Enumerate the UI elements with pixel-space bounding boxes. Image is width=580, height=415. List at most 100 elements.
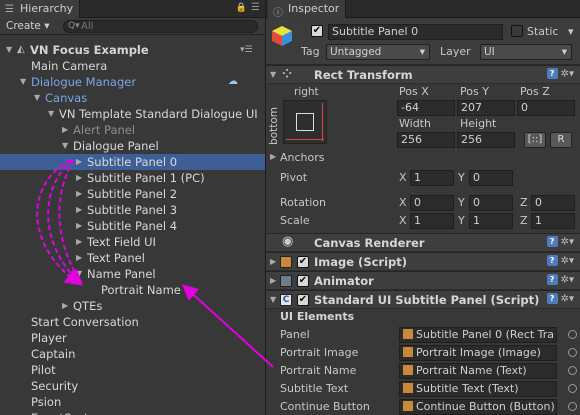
hierarchy-row[interactable]: ▶ QTEs (0, 298, 265, 314)
hierarchy-row[interactable]: ▶ Alert Panel (0, 122, 265, 138)
hierarchy-row[interactable]: Pilot (0, 362, 265, 378)
help-book-icon[interactable]: ? (546, 255, 558, 266)
rotation-z-field[interactable]: 0 (531, 195, 575, 211)
animator-enabled-checkbox[interactable]: ✔ (297, 275, 309, 287)
object-name-field[interactable]: Subtitle Panel 0 (328, 24, 503, 40)
pos-y-field[interactable]: 207 (457, 100, 515, 116)
scale-z-field[interactable]: 1 (531, 213, 575, 229)
search-input[interactable]: Q▾ All (63, 20, 258, 33)
object-reference-field[interactable]: Subtitle Text (Text) (399, 381, 557, 397)
hierarchy-row[interactable]: Captain (0, 346, 265, 362)
gear-icon[interactable]: ✲▾ (561, 294, 574, 305)
hierarchy-row[interactable]: ▼ Canvas (0, 90, 265, 106)
hierarchy-row[interactable]: ▼ Dialogue Manager ☁ (0, 74, 265, 90)
static-checkbox[interactable] (511, 25, 523, 37)
chevron-right-icon[interactable]: ▶ (76, 170, 82, 186)
tab-menu-icon[interactable]: ☰ (251, 2, 260, 13)
anchors-foldout[interactable]: Anchors (280, 151, 325, 164)
hierarchy-row[interactable]: Psion (0, 394, 265, 410)
hierarchy-row[interactable]: ▶ Subtitle Panel 1 (PC) (0, 170, 265, 186)
anchor-preset-button[interactable] (283, 100, 327, 144)
object-reference-field[interactable]: Portrait Name (Text) (399, 363, 557, 379)
rotation-y-field[interactable]: 0 (469, 195, 513, 211)
image-script-header[interactable]: ▶ ✔ Image (Script) ? ✲▾ (266, 252, 580, 271)
hierarchy-row[interactable]: Portrait Name (0, 282, 265, 298)
help-book-icon[interactable]: ? (546, 236, 558, 247)
pivot-x-field[interactable]: 1 (410, 170, 454, 186)
active-checkbox[interactable]: ✔ (311, 25, 323, 37)
chevron-right-icon[interactable]: ▶ (62, 122, 68, 138)
chevron-down-icon[interactable]: ▼ (62, 138, 68, 154)
layer-dropdown[interactable]: UI ▾ (480, 44, 572, 60)
chevron-down-icon[interactable]: ▼ (48, 106, 54, 122)
object-picker-icon[interactable] (568, 384, 577, 393)
blueprint-mode-button[interactable]: [::] (524, 132, 546, 148)
hierarchy-row[interactable]: ▼ VN Template Standard Dialogue UI (0, 106, 265, 122)
chevron-right-icon[interactable]: ▶ (76, 218, 82, 234)
rect-transform-header[interactable]: ▼ ⁘ Rect Transform ? ✲▾ (266, 65, 580, 84)
hierarchy-row[interactable]: ▶ Subtitle Panel 0 (0, 154, 265, 170)
help-book-icon[interactable]: ? (546, 68, 558, 79)
hierarchy-row[interactable]: ▼ Name Panel (0, 266, 265, 282)
chevron-right-icon[interactable]: ▶ (76, 234, 82, 250)
object-picker-icon[interactable] (568, 330, 577, 339)
raw-edit-button[interactable]: R (550, 132, 572, 148)
scale-y-field[interactable]: 1 (469, 213, 513, 229)
hierarchy-row[interactable]: ▶ Subtitle Panel 2 (0, 186, 265, 202)
object-reference-field[interactable]: Subtitle Panel 0 (Rect Tra (399, 327, 557, 343)
hierarchy-row[interactable]: ▼ Dialogue Panel (0, 138, 265, 154)
hierarchy-row[interactable]: ▶ Text Field UI (0, 234, 265, 250)
subtitle-script-enabled-checkbox[interactable]: ✔ (297, 294, 309, 306)
hierarchy-tab-bar: ☰ Hierarchy 🔒 ☰ (0, 0, 265, 18)
chevron-right-icon[interactable]: ▶ (76, 186, 82, 202)
chevron-right-icon[interactable]: ▶ (76, 202, 82, 218)
chevron-down-icon[interactable]: ▼ (20, 74, 26, 90)
chevron-right-icon[interactable]: ▶ (270, 152, 276, 161)
chevron-down-icon[interactable]: ▼ (76, 266, 82, 282)
rotation-x-field[interactable]: 0 (410, 195, 454, 211)
scene-menu-icon[interactable]: ▾☰ (240, 42, 253, 58)
hierarchy-row[interactable]: Main Camera (0, 58, 265, 74)
scale-x-field[interactable]: 1 (410, 213, 454, 229)
object-reference-field[interactable]: Continue Button (Button) (399, 399, 557, 415)
chevron-down-icon[interactable]: ▼ (6, 42, 12, 58)
width-field[interactable]: 256 (397, 132, 455, 148)
pivot-y-field[interactable]: 0 (469, 170, 513, 186)
hierarchy-row[interactable]: ▶ Subtitle Panel 3 (0, 202, 265, 218)
chevron-down-icon[interactable]: ▼ (34, 90, 40, 106)
pos-z-field[interactable]: 0 (517, 100, 575, 116)
subtitle-panel-script-header[interactable]: ▼ C ✔ Standard UI Subtitle Panel (Script… (266, 290, 580, 309)
gear-icon[interactable]: ✲▾ (561, 237, 574, 248)
hierarchy-row[interactable]: ▶ Subtitle Panel 4 (0, 218, 265, 234)
component-header-icons: ? ✲▾ (546, 68, 574, 80)
hierarchy-row[interactable]: Security (0, 378, 265, 394)
hierarchy-row[interactable]: ▶ Text Panel (0, 250, 265, 266)
chevron-right-icon[interactable]: ▶ (76, 154, 82, 170)
animator-header[interactable]: ▶ ✔ Animator ? ✲▾ (266, 271, 580, 290)
chevron-right-icon[interactable]: ▶ (62, 298, 68, 314)
height-field[interactable]: 256 (457, 132, 515, 148)
gear-icon[interactable]: ✲▾ (561, 69, 574, 80)
hierarchy-tab[interactable]: ☰ Hierarchy (0, 0, 81, 18)
lock-icon[interactable]: 🔒 (236, 3, 247, 13)
chevron-right-icon[interactable]: ▶ (76, 250, 82, 266)
create-dropdown[interactable]: Create ▾ (6, 20, 50, 32)
tag-dropdown[interactable]: Untagged ▾ (326, 44, 430, 60)
gear-icon[interactable]: ✲▾ (561, 256, 574, 267)
static-dropdown-icon[interactable]: ▾ (568, 25, 574, 38)
object-picker-icon[interactable] (568, 402, 577, 411)
help-book-icon[interactable]: ? (546, 274, 558, 285)
image-enabled-checkbox[interactable]: ✔ (297, 256, 309, 268)
hierarchy-row[interactable]: Start Conversation (0, 314, 265, 330)
hierarchy-row[interactable]: Player (0, 330, 265, 346)
canvas-renderer-header[interactable]: ◉ Canvas Renderer ? ✲▾ (266, 233, 580, 252)
object-picker-icon[interactable] (568, 366, 577, 375)
object-reference-field[interactable]: Portrait Image (Image) (399, 345, 557, 361)
hierarchy-row[interactable]: EventSystem (0, 410, 265, 415)
gear-icon[interactable]: ✲▾ (561, 275, 574, 286)
object-picker-icon[interactable] (568, 348, 577, 357)
pos-x-field[interactable]: -64 (397, 100, 455, 116)
help-book-icon[interactable]: ? (546, 293, 558, 304)
inspector-tab[interactable]: ⓘ Inspector (268, 0, 347, 19)
hierarchy-row[interactable]: ▼ ◭ VN Focus Example ▾☰ (0, 42, 265, 58)
